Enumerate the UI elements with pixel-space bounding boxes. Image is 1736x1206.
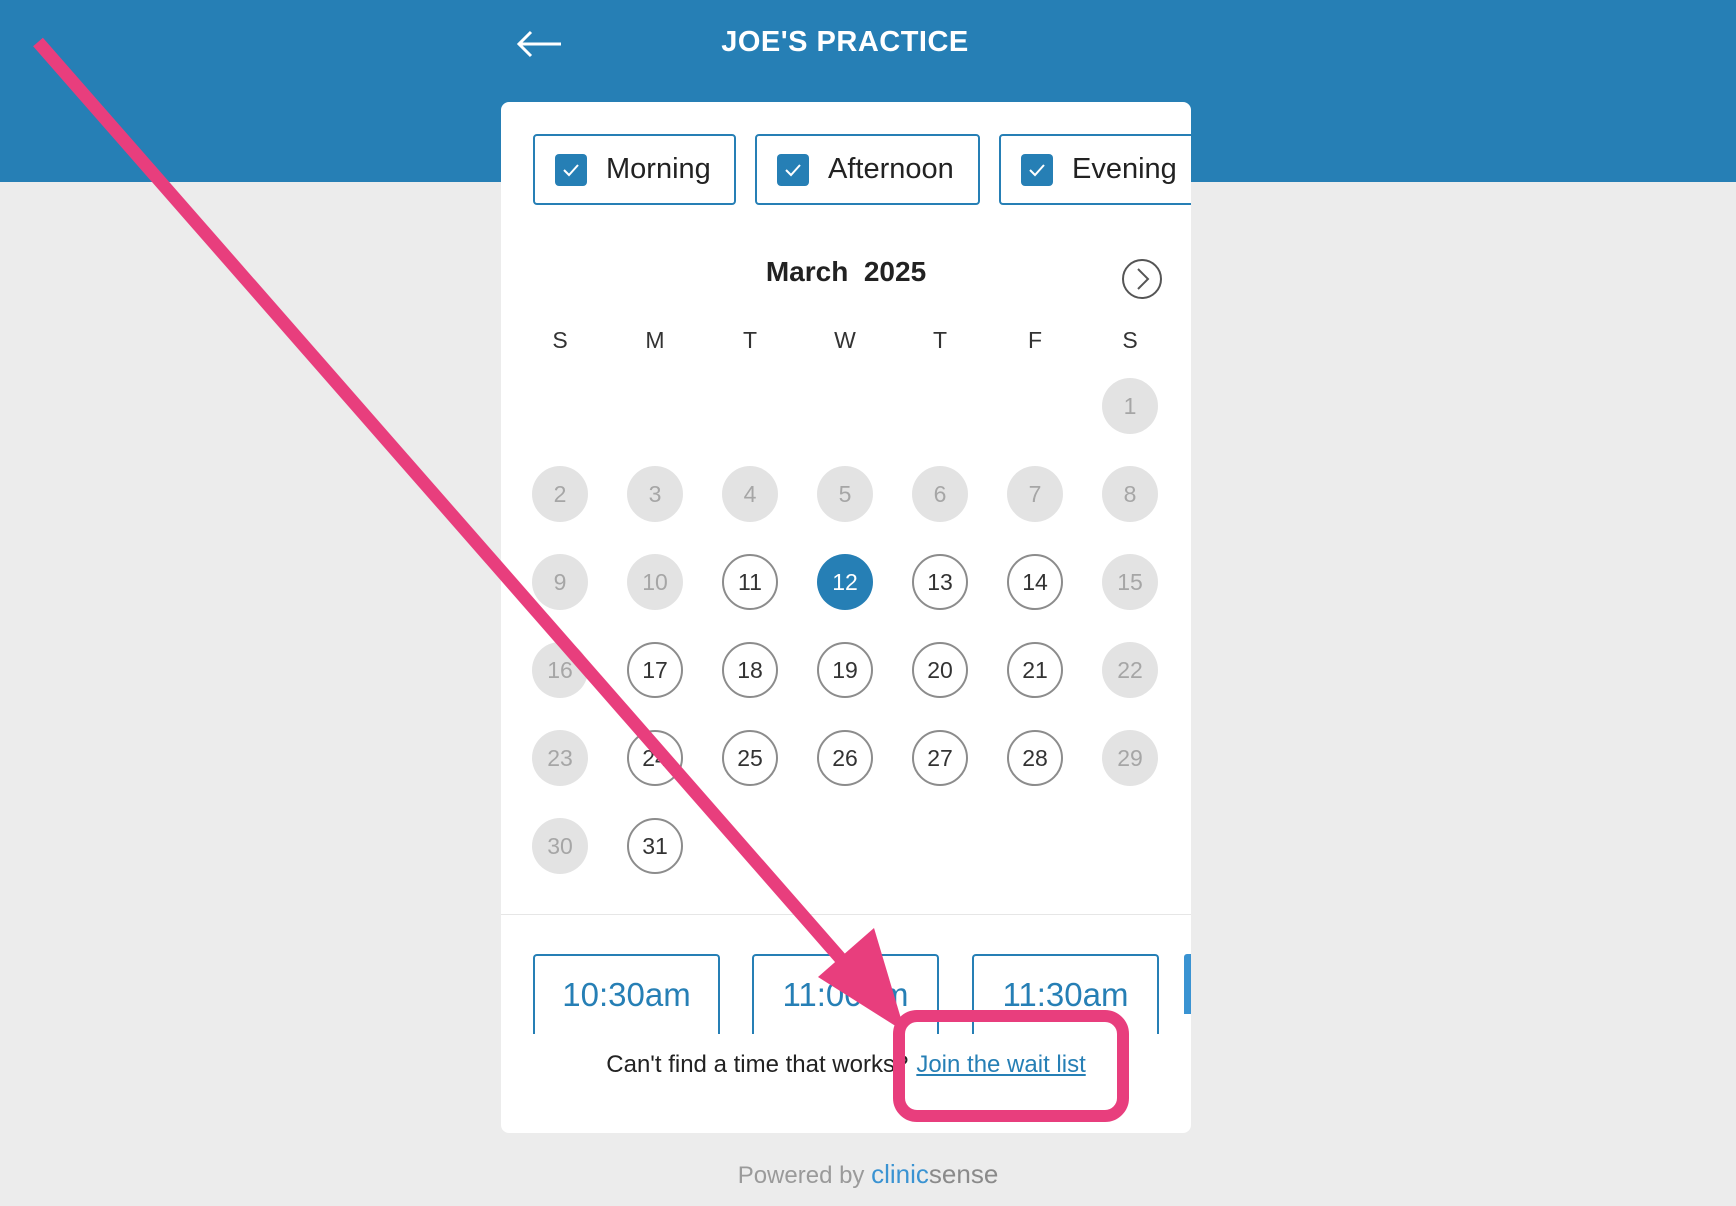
- practice-title: JOE'S PRACTICE: [721, 26, 969, 58]
- weekday-label: W: [834, 327, 856, 353]
- calendar-day-9: 9: [532, 554, 588, 610]
- join-waitlist-link[interactable]: Join the wait list: [916, 1051, 1085, 1078]
- time-slot-1030am[interactable]: 10:30am: [533, 954, 720, 1034]
- filter-label: Afternoon: [828, 153, 954, 185]
- calendar-day-3: 3: [627, 466, 683, 522]
- filter-label: Morning: [606, 153, 711, 185]
- calendar-day-17[interactable]: 17: [627, 642, 683, 698]
- calendar-day-26[interactable]: 26: [817, 730, 873, 786]
- back-button[interactable]: [510, 20, 570, 68]
- calendar-day-8: 8: [1102, 466, 1158, 522]
- weekday-label: T: [932, 327, 948, 353]
- calendar-day-2: 2: [532, 466, 588, 522]
- weekday-label: S: [1122, 327, 1138, 353]
- calendar-day-23: 23: [532, 730, 588, 786]
- calendar-day-5: 5: [817, 466, 873, 522]
- arrow-left-icon: [516, 30, 561, 58]
- calendar-day-18[interactable]: 18: [722, 642, 778, 698]
- brand-logo-part2: sense: [928, 1159, 999, 1189]
- weekday-label: M: [645, 327, 665, 353]
- checkbox-checked-icon[interactable]: [555, 153, 587, 186]
- chevron-right-icon: [1122, 259, 1162, 299]
- calendar-day-27[interactable]: 27: [912, 730, 968, 786]
- powered-by-text: Powered by: [737, 1162, 865, 1189]
- filter-afternoon[interactable]: Afternoon: [755, 134, 980, 205]
- calendar-day-19[interactable]: 19: [817, 642, 873, 698]
- calendar-day-25[interactable]: 25: [722, 730, 778, 786]
- booking-card: Morning Afternoon Evening March 2025 S M T…: [501, 102, 1191, 1133]
- calendar-day-11[interactable]: 11: [722, 554, 778, 610]
- time-slot-partial[interactable]: [1184, 954, 1191, 1014]
- calendar-day-4: 4: [722, 466, 778, 522]
- calendar-day-28[interactable]: 28: [1007, 730, 1063, 786]
- calendar-day-22: 22: [1102, 642, 1158, 698]
- time-slot-1130am[interactable]: 11:30am: [972, 954, 1159, 1034]
- time-slot-1100am[interactable]: 11:00am: [752, 954, 939, 1034]
- month-title: March 2025: [765, 256, 927, 287]
- weekday-label: T: [742, 327, 758, 353]
- calendar-day-31[interactable]: 31: [627, 818, 683, 874]
- calendar-day-1: 1: [1102, 378, 1158, 434]
- filter-label: Evening: [1072, 153, 1177, 185]
- calendar-day-12[interactable]: 12: [817, 554, 873, 610]
- calendar-day-16: 16: [532, 642, 588, 698]
- next-month-button[interactable]: [1121, 258, 1163, 300]
- calendar-day-10: 10: [627, 554, 683, 610]
- calendar-day-7: 7: [1007, 466, 1063, 522]
- waitlist-row: Can't find a time that works? Join the wa…: [501, 1047, 1191, 1083]
- calendar-day-30: 30: [532, 818, 588, 874]
- powered-by-footer: Powered by clinicsense: [0, 1156, 1736, 1194]
- waitlist-prompt: Can't find a time that works?: [606, 1051, 909, 1078]
- divider: [501, 914, 1191, 915]
- calendar-day-29: 29: [1102, 730, 1158, 786]
- checkbox-checked-icon[interactable]: [1021, 153, 1053, 186]
- calendar-day-21[interactable]: 21: [1007, 642, 1063, 698]
- calendar-day-14[interactable]: 14: [1007, 554, 1063, 610]
- brand-logo-part1: clinic: [871, 1159, 929, 1189]
- calendar-day-13[interactable]: 13: [912, 554, 968, 610]
- calendar-day-24[interactable]: 24: [627, 730, 683, 786]
- calendar-day-15: 15: [1102, 554, 1158, 610]
- weekday-label: F: [1027, 327, 1043, 353]
- calendar-day-6: 6: [912, 466, 968, 522]
- weekday-label: S: [552, 327, 568, 353]
- calendar-day-20[interactable]: 20: [912, 642, 968, 698]
- checkbox-checked-icon[interactable]: [777, 153, 809, 186]
- filter-morning[interactable]: Morning: [533, 134, 736, 205]
- filter-evening[interactable]: Evening: [999, 134, 1191, 205]
